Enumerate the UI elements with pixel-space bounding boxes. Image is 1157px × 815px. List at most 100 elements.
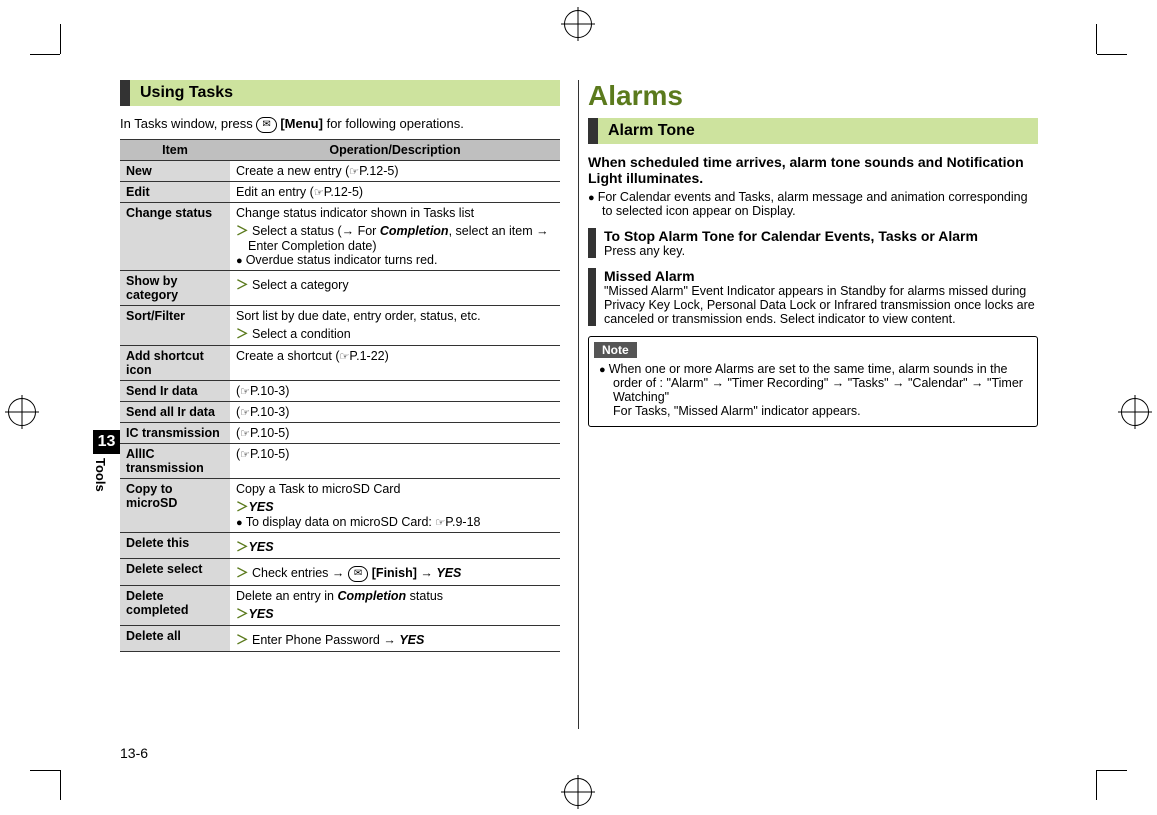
page-ref-icon: ☞ [349, 165, 359, 178]
right-column: Alarms Alarm Tone When scheduled time ar… [588, 80, 1038, 652]
table-row: Delete this ＞YES [120, 533, 560, 559]
table-row: New Create a new entry (☞P.12-5) [120, 161, 560, 182]
item-desc: Delete an entry in Completion status ＞YE… [230, 586, 560, 626]
table-row: Edit Edit an entry (☞P.12-5) [120, 182, 560, 203]
item-label: IC transmission [120, 423, 230, 444]
table-header-row: Item Operation/Description [120, 140, 560, 161]
note-box: Note When one or more Alarms are set to … [588, 336, 1038, 427]
lead-text: When scheduled time arrives, alarm tone … [588, 154, 1038, 186]
lead-bullet: For Calendar events and Tasks, alarm mes… [588, 190, 1038, 218]
item-label: Add shortcut icon [120, 346, 230, 381]
heading-alarms: Alarms [588, 80, 1038, 112]
chevron-icon: ＞ [236, 224, 249, 238]
section-title-using-tasks: Using Tasks [120, 80, 560, 106]
chevron-icon: ＞ [236, 633, 249, 647]
item-label: New [120, 161, 230, 182]
item-desc: (☞P.10-3) [230, 381, 560, 402]
item-desc: ＞ Select a category [230, 271, 560, 306]
page-ref-icon: ☞ [240, 385, 250, 398]
col-item: Item [120, 140, 230, 161]
table-row: Add shortcut icon Create a shortcut (☞P.… [120, 346, 560, 381]
page-ref-icon: ☞ [340, 350, 350, 363]
item-desc: Create a new entry (☞P.12-5) [230, 161, 560, 182]
registration-mark-icon [8, 398, 36, 426]
chapter-number: 13 [93, 430, 120, 454]
chevron-icon: ＞ [236, 500, 249, 514]
crop-mark [30, 54, 60, 55]
table-row: Change status Change status indicator sh… [120, 203, 560, 271]
crop-mark [60, 770, 61, 800]
registration-mark-icon [564, 778, 592, 806]
item-desc: Change status indicator shown in Tasks l… [230, 203, 560, 271]
page-ref-icon: ☞ [240, 427, 250, 440]
page-ref-icon: ☞ [435, 516, 445, 529]
page-tab: 13 Tools [93, 430, 120, 506]
page-ref-icon: ☞ [240, 406, 250, 419]
item-desc: ＞ Check entries → ✉ [Finish] → YES [230, 559, 560, 586]
item-desc: ＞YES [230, 533, 560, 559]
intro-key-label: [Menu] [280, 116, 323, 131]
table-row: IC transmission (☞P.10-5) [120, 423, 560, 444]
chevron-icon: ＞ [236, 540, 249, 554]
chevron-icon: ＞ [236, 278, 249, 292]
note-label: Note [594, 342, 637, 358]
crop-mark [1097, 770, 1127, 771]
item-label: Send all Ir data [120, 402, 230, 423]
item-desc: Sort list by due date, entry order, stat… [230, 306, 560, 346]
item-label: AllIC transmission [120, 444, 230, 479]
page-ref-icon: ☞ [314, 186, 324, 199]
chevron-icon: ＞ [236, 327, 249, 341]
item-label: Show by category [120, 271, 230, 306]
operations-table: Item Operation/Description New Create a … [120, 139, 560, 652]
envelope-key-icon: ✉ [348, 566, 368, 582]
table-row: Delete completed Delete an entry in Comp… [120, 586, 560, 626]
page-ref-icon: ☞ [240, 448, 250, 461]
sub-title: To Stop Alarm Tone for Calendar Events, … [604, 228, 1038, 244]
intro-prefix: In Tasks window, press [120, 116, 256, 131]
envelope-key-icon: ✉ [256, 117, 276, 133]
item-label: Delete select [120, 559, 230, 586]
crop-mark [30, 770, 60, 771]
crop-mark [1096, 24, 1097, 54]
crop-mark [1097, 54, 1127, 55]
chapter-label: Tools [93, 458, 108, 492]
sub-body: Press any key. [604, 244, 1038, 258]
crop-mark [60, 24, 61, 54]
item-label: Delete completed [120, 586, 230, 626]
table-row: Copy to microSD Copy a Task to microSD C… [120, 479, 560, 533]
page-number: 13-6 [120, 745, 148, 761]
sub-body: "Missed Alarm" Event Indicator appears i… [604, 284, 1038, 326]
sub-title: Missed Alarm [604, 268, 1038, 284]
item-label: Copy to microSD [120, 479, 230, 533]
section-title-alarm-tone: Alarm Tone [588, 118, 1038, 144]
intro-line: In Tasks window, press ✉ [Menu] for foll… [120, 116, 560, 133]
item-label: Delete this [120, 533, 230, 559]
table-row: Show by category ＞ Select a category [120, 271, 560, 306]
table-row: AllIC transmission (☞P.10-5) [120, 444, 560, 479]
item-desc: (☞P.10-3) [230, 402, 560, 423]
sub-block-stop-alarm: To Stop Alarm Tone for Calendar Events, … [588, 228, 1038, 258]
item-desc: (☞P.10-5) [230, 444, 560, 479]
registration-mark-icon [564, 10, 592, 38]
item-desc: (☞P.10-5) [230, 423, 560, 444]
item-desc: Edit an entry (☞P.12-5) [230, 182, 560, 203]
sub-block-missed-alarm: Missed Alarm "Missed Alarm" Event Indica… [588, 268, 1038, 326]
item-label: Change status [120, 203, 230, 271]
item-label: Delete all [120, 626, 230, 652]
intro-suffix: for following operations. [327, 116, 464, 131]
item-label: Send Ir data [120, 381, 230, 402]
chevron-icon: ＞ [236, 566, 249, 580]
item-desc: ＞ Enter Phone Password → YES [230, 626, 560, 652]
left-column: Using Tasks In Tasks window, press ✉ [Me… [120, 80, 560, 652]
crop-mark [1096, 770, 1097, 800]
table-row: Send Ir data (☞P.10-3) [120, 381, 560, 402]
registration-mark-icon [1121, 398, 1149, 426]
col-desc: Operation/Description [230, 140, 560, 161]
table-row: Delete select ＞ Check entries → ✉ [Finis… [120, 559, 560, 586]
item-desc: Create a shortcut (☞P.1-22) [230, 346, 560, 381]
table-row: Sort/Filter Sort list by due date, entry… [120, 306, 560, 346]
table-row: Send all Ir data (☞P.10-3) [120, 402, 560, 423]
item-desc: Copy a Task to microSD Card ＞YES To disp… [230, 479, 560, 533]
chevron-icon: ＞ [236, 607, 249, 621]
item-label: Sort/Filter [120, 306, 230, 346]
